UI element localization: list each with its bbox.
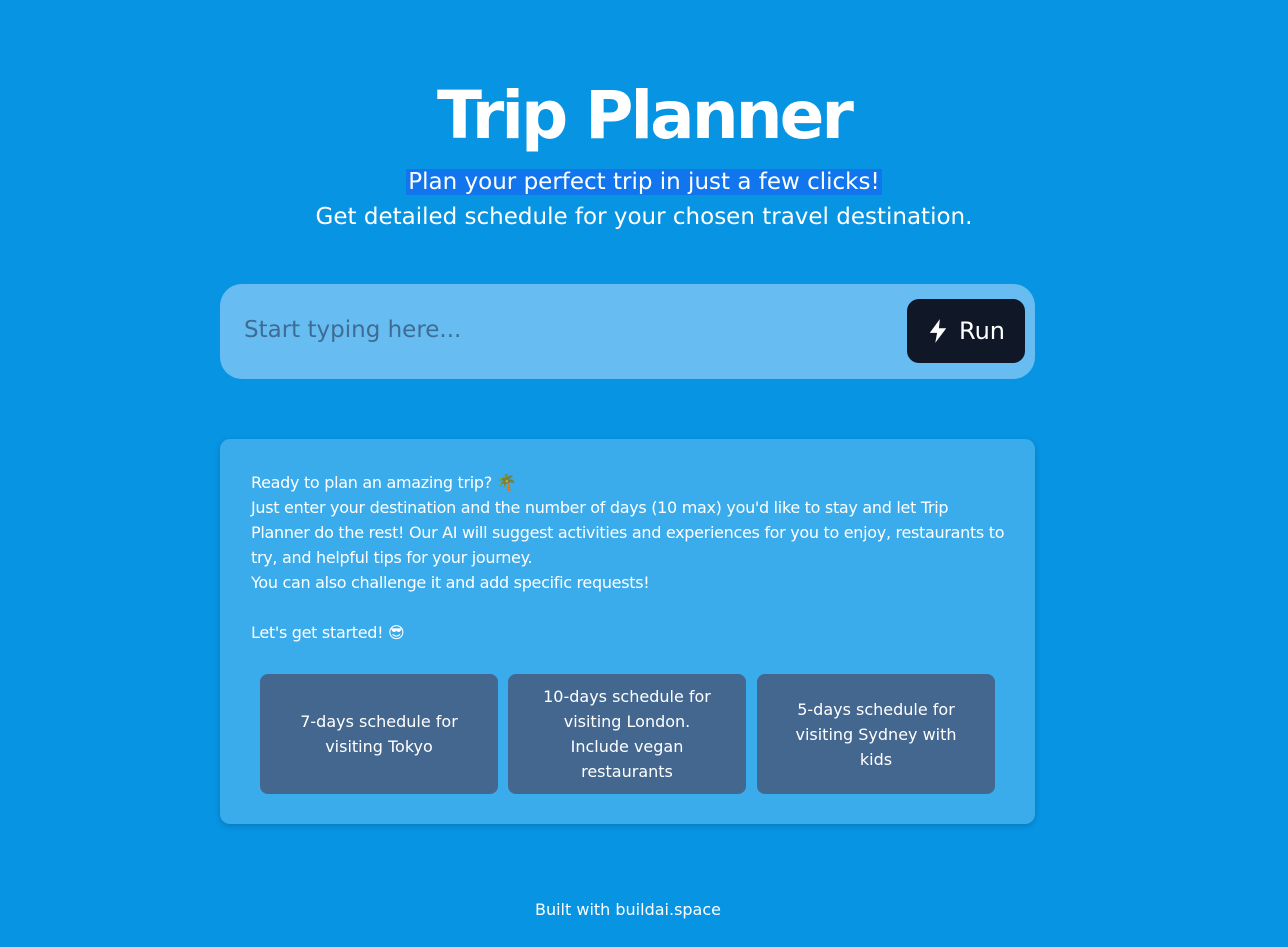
subtitle-line-1: Plan your perfect trip in just a few cli… [406, 169, 882, 195]
suggestion-list: 7-days schedule for visiting Tokyo 10-da… [260, 674, 995, 794]
suggestion-london[interactable]: 10-days schedule for visiting London. In… [508, 674, 746, 794]
intro-card: Ready to plan an amazing trip? 🌴 Just en… [220, 439, 1035, 824]
page-title: Trip Planner [437, 77, 854, 154]
suggestion-tokyo[interactable]: 7-days schedule for visiting Tokyo [260, 674, 498, 794]
intro-line-4: Let's get started! 😎 [251, 623, 405, 642]
search-input[interactable] [244, 310, 884, 350]
run-button-label: Run [958, 317, 1006, 345]
suggestion-sydney[interactable]: 5-days schedule for visiting Sydney with… [757, 674, 995, 794]
intro-line-1: Ready to plan an amazing trip? 🌴 [251, 473, 517, 492]
run-button[interactable]: Run [907, 299, 1025, 363]
lightning-bolt-icon [929, 319, 947, 343]
subtitle-highlight-line: Plan your perfect trip in just a few cli… [0, 166, 1288, 198]
footer-credit: Built with buildai.space [534, 900, 721, 919]
subtitle-line-2: Get detailed schedule for your chosen tr… [315, 204, 973, 230]
intro-text: Ready to plan an amazing trip? 🌴 Just en… [251, 470, 1011, 645]
intro-line-3: You can also challenge it and add specif… [251, 573, 650, 592]
search-bar: Run [220, 284, 1035, 379]
intro-line-2: Just enter your destination and the numb… [251, 498, 1005, 567]
